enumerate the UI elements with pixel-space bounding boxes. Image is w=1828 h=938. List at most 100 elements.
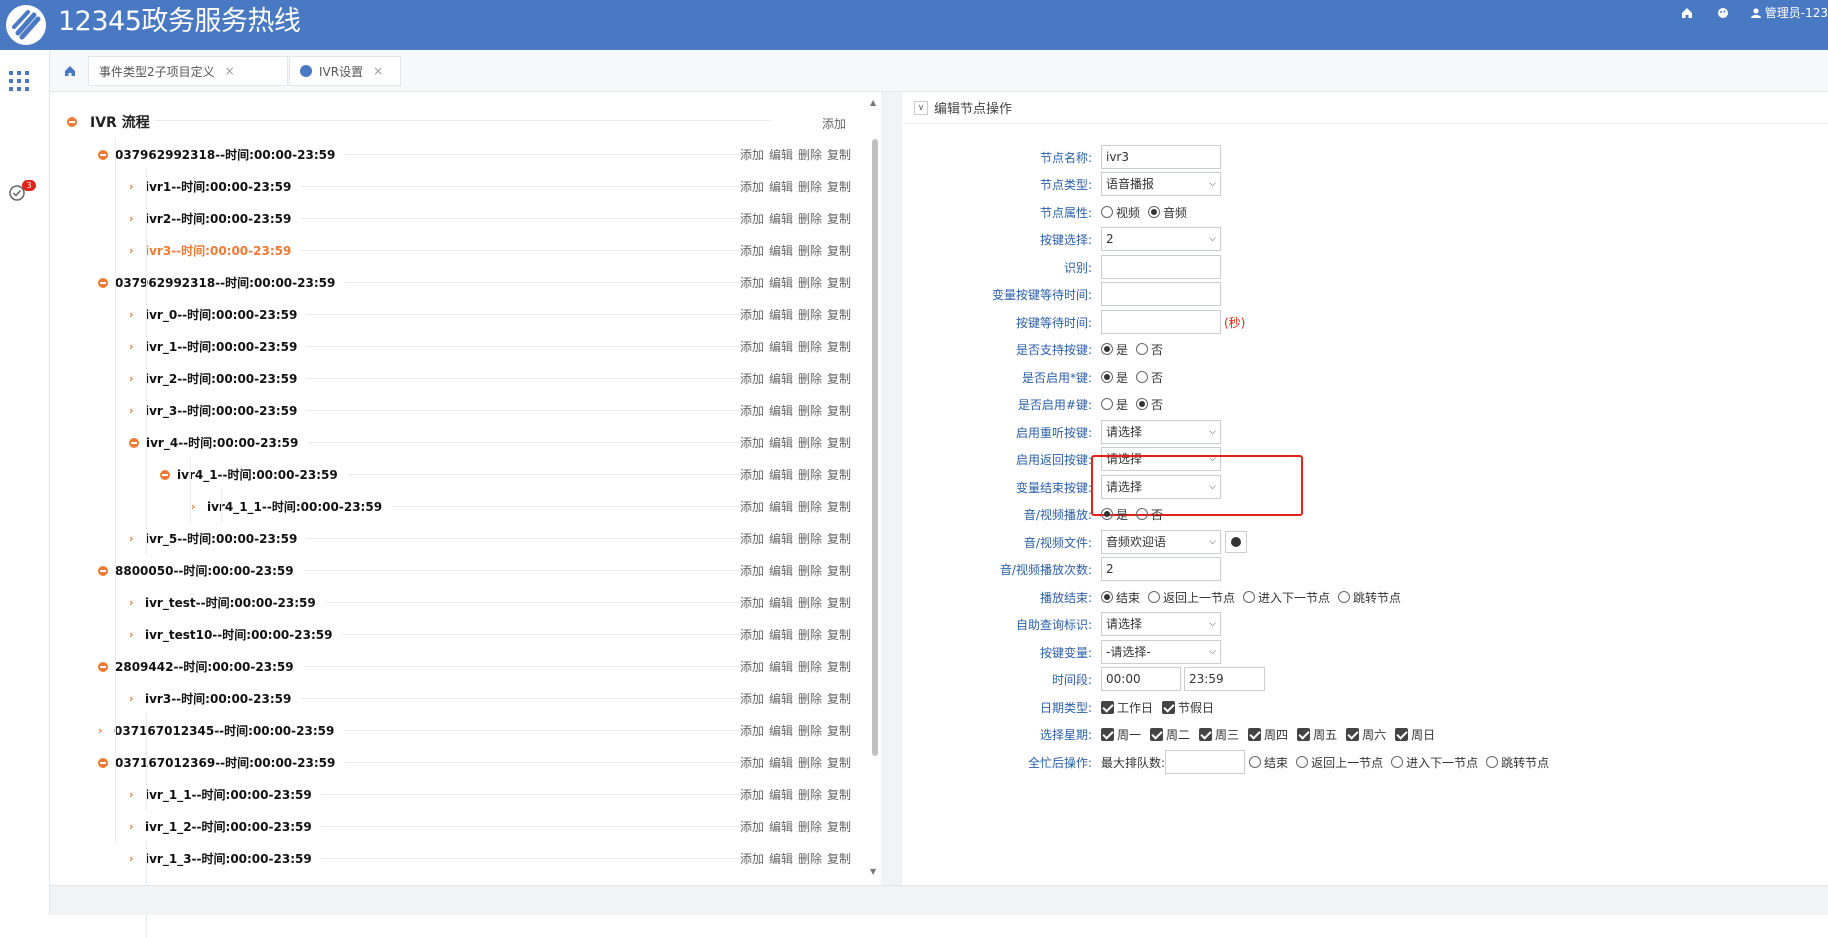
copy-link[interactable]: 复制 [827, 820, 851, 834]
tree-row[interactable]: › ivr_2--时间:00:00-23:59 添加 编辑 删除 复制 [50, 362, 870, 394]
tree-node[interactable]: › ivr_2--时间:00:00-23:59 [129, 370, 297, 387]
add-link[interactable]: 添加 [740, 308, 764, 322]
copy-link[interactable]: 复制 [827, 436, 851, 450]
radio-back[interactable]: 返回上一节点 [1148, 589, 1235, 606]
checkbox-fri[interactable]: 周五 [1297, 726, 1337, 743]
max-queue-input[interactable] [1165, 750, 1246, 774]
tree-row[interactable]: 8800050--时间:00:00-23:59 添加 编辑 删除 复制 [50, 554, 870, 586]
tree-row[interactable]: › ivr1--时间:00:00-23:59 添加 编辑 删除 复制 [50, 170, 870, 202]
add-link[interactable]: 添加 [740, 404, 764, 418]
tree-node[interactable]: › ivr_1--时间:00:00-23:59 [129, 338, 297, 355]
key-select[interactable]: 2 ⌵ [1101, 227, 1221, 251]
add-link[interactable]: 添加 [740, 852, 764, 866]
copy-link[interactable]: 复制 [827, 852, 851, 866]
copy-link[interactable]: 复制 [827, 596, 851, 610]
delete-link[interactable]: 删除 [798, 436, 822, 450]
copy-link[interactable]: 复制 [827, 404, 851, 418]
tree-row[interactable]: ivr4_1--时间:00:00-23:59 添加 编辑 删除 复制 [50, 458, 870, 490]
copy-link[interactable]: 复制 [827, 244, 851, 258]
checkbox-tue[interactable]: 周二 [1150, 726, 1190, 743]
edit-link[interactable]: 编辑 [769, 404, 793, 418]
edit-link[interactable]: 编辑 [769, 212, 793, 226]
edit-link[interactable]: 编辑 [769, 564, 793, 578]
delete-link[interactable]: 删除 [798, 148, 822, 162]
copy-link[interactable]: 复制 [827, 276, 851, 290]
scroll-down-icon[interactable]: ▼ [870, 867, 876, 876]
edit-link[interactable]: 编辑 [769, 596, 793, 610]
add-link[interactable]: 添加 [740, 148, 764, 162]
chevron-right-icon[interactable]: › [129, 532, 135, 545]
root-add-link[interactable]: 添加 [822, 115, 846, 132]
edit-link[interactable]: 编辑 [769, 244, 793, 258]
delete-link[interactable]: 删除 [798, 756, 822, 770]
checkbox-wed[interactable]: 周三 [1199, 726, 1239, 743]
collapse-icon[interactable] [160, 469, 170, 480]
copy-link[interactable]: 复制 [827, 724, 851, 738]
tab-event-type[interactable]: 事件类型2子项目定义 × [88, 56, 288, 86]
play-button[interactable] [1225, 531, 1247, 553]
tree-node[interactable]: › ivr_test--时间:00:00-23:59 [129, 594, 316, 611]
add-link[interactable]: 添加 [740, 692, 764, 706]
radio-yes[interactable]: 是 [1101, 341, 1128, 358]
key-wait-input[interactable] [1101, 310, 1221, 334]
collapse-icon[interactable] [98, 565, 108, 576]
add-link[interactable]: 添加 [740, 596, 764, 610]
close-icon[interactable]: × [225, 64, 235, 78]
copy-link[interactable]: 复制 [827, 372, 851, 386]
add-link[interactable]: 添加 [740, 276, 764, 290]
chevron-right-icon[interactable]: › [129, 596, 135, 609]
add-link[interactable]: 添加 [740, 212, 764, 226]
radio-yes[interactable]: 是 [1101, 396, 1128, 413]
delete-link[interactable]: 删除 [798, 820, 822, 834]
radio-yes[interactable]: 是 [1101, 369, 1128, 386]
add-link[interactable]: 添加 [740, 468, 764, 482]
chevron-right-icon[interactable]: › [191, 500, 197, 513]
copy-link[interactable]: 复制 [827, 564, 851, 578]
delete-link[interactable]: 删除 [798, 212, 822, 226]
edit-link[interactable]: 编辑 [769, 852, 793, 866]
radio-no[interactable]: 否 [1136, 396, 1163, 413]
tree-node[interactable]: › ivr3--时间:00:00-23:59 [129, 690, 291, 707]
time-end-input[interactable]: 23:59 [1184, 667, 1265, 691]
chevron-right-icon[interactable]: › [129, 372, 135, 385]
collapse-icon[interactable] [98, 757, 108, 768]
checkbox-thu[interactable]: 周四 [1248, 726, 1288, 743]
tree-row[interactable]: 037962992318--时间:00:00-23:59 添加 编辑 删除 复制 [50, 138, 870, 170]
copy-link[interactable]: 复制 [827, 692, 851, 706]
radio-jump[interactable]: 跳转节点 [1338, 589, 1401, 606]
tree-row[interactable]: › ivr3--时间:00:00-23:59 添加 编辑 删除 复制 [50, 234, 870, 266]
copy-link[interactable]: 复制 [827, 500, 851, 514]
radio-end[interactable]: 结束 [1249, 754, 1288, 771]
edit-link[interactable]: 编辑 [769, 660, 793, 674]
tasks-button[interactable]: 3 [8, 180, 38, 204]
add-link[interactable]: 添加 [740, 660, 764, 674]
delete-link[interactable]: 删除 [798, 628, 822, 642]
copy-link[interactable]: 复制 [827, 788, 851, 802]
edit-link[interactable]: 编辑 [769, 436, 793, 450]
edit-link[interactable]: 编辑 [769, 820, 793, 834]
tree-node[interactable]: › ivr4_1_1--时间:00:00-23:59 [191, 498, 382, 515]
radio-no[interactable]: 否 [1136, 369, 1163, 386]
palette-icon[interactable] [1716, 6, 1730, 20]
radio-back[interactable]: 返回上一节点 [1296, 754, 1383, 771]
av-count-input[interactable]: 2 [1101, 557, 1221, 581]
edit-link[interactable]: 编辑 [769, 628, 793, 642]
edit-link[interactable]: 编辑 [769, 788, 793, 802]
chevron-right-icon[interactable]: › [129, 692, 135, 705]
add-link[interactable]: 添加 [740, 820, 764, 834]
add-link[interactable]: 添加 [740, 436, 764, 450]
tree-row[interactable]: › ivr_1_1--时间:00:00-23:59 添加 编辑 删除 复制 [50, 778, 870, 810]
copy-link[interactable]: 复制 [827, 180, 851, 194]
copy-link[interactable]: 复制 [827, 756, 851, 770]
chevron-right-icon[interactable]: › [129, 820, 135, 833]
add-link[interactable]: 添加 [740, 532, 764, 546]
tab-ivr-settings[interactable]: IVR设置 × [289, 56, 401, 86]
apps-grid-icon[interactable] [9, 71, 31, 93]
var-end-key-select[interactable]: 请选择 ⌵ [1101, 475, 1221, 499]
tree-row[interactable]: ivr_4--时间:00:00-23:59 添加 编辑 删除 复制 [50, 426, 870, 458]
radio-end[interactable]: 结束 [1101, 589, 1140, 606]
collapse-icon[interactable] [67, 117, 77, 127]
self-query-select[interactable]: 请选择 ⌵ [1101, 612, 1221, 636]
add-link[interactable]: 添加 [740, 340, 764, 354]
edit-link[interactable]: 编辑 [769, 468, 793, 482]
